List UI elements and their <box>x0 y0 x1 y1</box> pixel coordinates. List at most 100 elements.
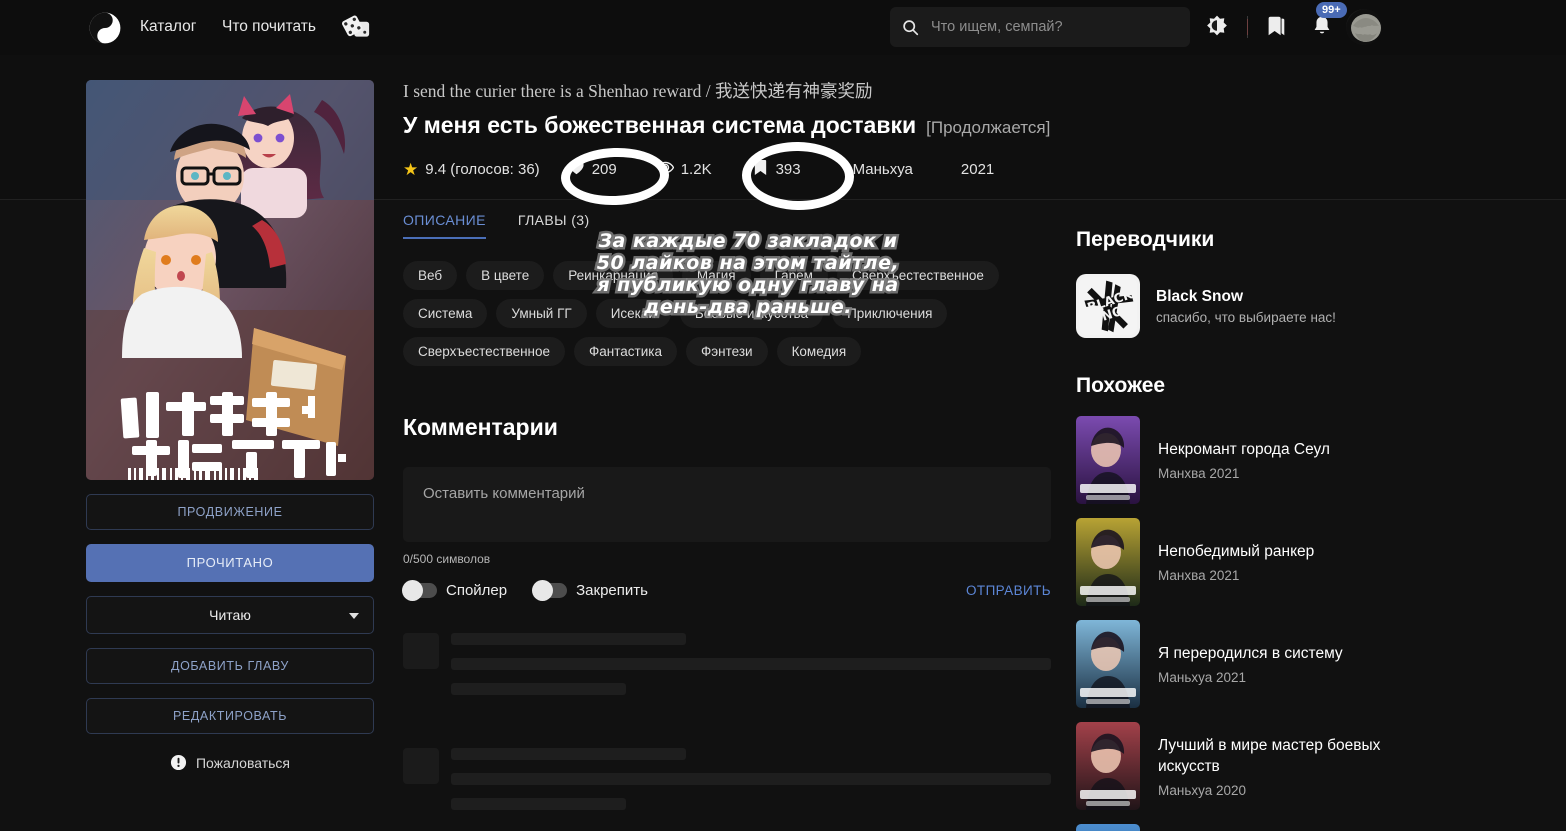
tag-item[interactable]: Магия <box>681 261 751 290</box>
similar-title: Некромант города Сеул <box>1158 441 1330 458</box>
search-box[interactable] <box>890 7 1190 47</box>
nav-what-to-read[interactable]: Что почитать <box>222 18 316 36</box>
tag-item[interactable]: Система <box>403 299 488 328</box>
translator-subtitle: спасибо, что выбираете нас! <box>1156 309 1336 325</box>
similar-item[interactable]: Непобедимый ранкер Манхва 2021 <box>1076 518 1496 606</box>
heart-icon <box>568 159 585 180</box>
char-counter: 0/500 символов <box>403 552 491 566</box>
edit-button[interactable]: РЕДАКТИРОВАТЬ <box>86 698 374 734</box>
similar-meta: Маньхуа 2021 <box>1158 670 1247 685</box>
comments-skeleton <box>403 633 1051 823</box>
bookmarks-item[interactable]: 393 <box>752 159 801 180</box>
similar-item[interactable] <box>1076 824 1496 831</box>
year-item: 2021 <box>961 161 994 178</box>
skeleton-lines <box>451 748 1051 823</box>
similar-title: Я переродился в систему <box>1158 645 1343 662</box>
main-content: I send the curier there is a Shenhao rew… <box>402 78 1051 831</box>
tag-item[interactable]: Гарем <box>759 261 828 290</box>
similar-item[interactable]: Некромант города Сеул Манхва 2021 <box>1076 416 1496 504</box>
tag-item[interactable]: Сверхъестественное <box>403 337 566 366</box>
comment-options-row: Спойлер Закрепить ОТПРАВИТЬ <box>402 580 1051 601</box>
similar-cover <box>1076 620 1140 708</box>
bookmark-icon[interactable] <box>1264 14 1290 40</box>
user-avatar[interactable] <box>1346 9 1382 45</box>
title-row: У меня есть божественная система доставк… <box>403 112 1051 139</box>
search-input[interactable] <box>931 19 1171 35</box>
tag-item[interactable]: Реинкарнация <box>553 261 673 290</box>
pin-toggle[interactable]: Закрепить <box>532 580 648 601</box>
translator-name: Black Snow <box>1156 287 1243 305</box>
nav-catalog[interactable]: Каталог <box>140 18 196 36</box>
tag-item[interactable]: В цвете <box>466 261 545 290</box>
skeleton-avatar <box>403 633 439 669</box>
translator-info: Black Snow спасибо, что выбираете нас! <box>1156 288 1336 325</box>
similar-title: Непобедимый ранкер <box>1158 543 1315 560</box>
tab-description[interactable]: ОПИСАНИЕ <box>403 212 486 239</box>
skeleton-line <box>451 798 626 810</box>
comment-input[interactable]: Оставить комментарий <box>403 467 1051 542</box>
similar-cover <box>1076 416 1140 504</box>
tag-list: Веб В цвете Реинкарнация Магия Гарем Сверхъес… <box>403 261 1013 366</box>
similar-info: Некромант города Сеул Манхва 2021 <box>1158 439 1330 481</box>
year-value: 2021 <box>960 161 995 178</box>
tab-chapters[interactable]: ГЛАВЫ (3) <box>518 212 590 239</box>
skeleton-row <box>403 633 1051 708</box>
bookmark-icon <box>752 159 769 180</box>
skeleton-line <box>451 633 686 645</box>
tag-item[interactable]: Фантастика <box>574 337 677 366</box>
tag-item[interactable]: Комедия <box>776 337 862 366</box>
pin-toggle-switch[interactable] <box>532 580 568 601</box>
tag-item[interactable]: Веб <box>403 261 458 290</box>
notification-badge: 99+ <box>1316 2 1347 18</box>
top-header: Каталог Что почитать Что ищем, семпай? 9… <box>0 0 1566 55</box>
yin-yang-logo[interactable] <box>86 9 123 46</box>
skeleton-row <box>403 748 1051 823</box>
alt-title: I send the curier there is a Shenhao rew… <box>403 81 873 101</box>
tag-item[interactable]: Боевые искусства <box>679 299 824 328</box>
similar-title: Лучший в мире мастер боевых искусств <box>1158 736 1381 775</box>
type-item: Маньхуа <box>853 161 913 178</box>
translator-logo: BLACK SNOW <box>1076 274 1140 338</box>
status-badge: [Продолжается] <box>926 118 1051 137</box>
content-tabs: ОПИСАНИЕ ГЛАВЫ (3) <box>403 212 1051 239</box>
report-button[interactable]: Пожаловаться <box>86 754 374 771</box>
similar-item[interactable]: Я переродился в систему Маньхуа 2021 <box>1076 620 1496 708</box>
pin-label: Закрепить <box>576 582 648 599</box>
similar-meta: Маньхуа 2020 <box>1158 782 1247 798</box>
tag-item[interactable]: Умный ГГ <box>496 299 587 328</box>
similar-cover <box>1076 518 1140 606</box>
theme-contrast-icon[interactable] <box>1204 14 1230 40</box>
tag-item[interactable]: Приключения <box>832 299 948 328</box>
similar-meta: Манхва 2021 <box>1158 466 1240 481</box>
similar-info: Я переродился в систему Маньхуа 2021 <box>1158 643 1343 685</box>
tag-item[interactable]: Фэнтези <box>685 337 768 366</box>
likes-item[interactable]: 209 <box>568 159 617 180</box>
bookmarks-count: 393 <box>775 161 801 178</box>
add-chapter-button[interactable]: ДОБАВИТЬ ГЛАВУ <box>86 648 374 684</box>
star-icon: ★ <box>403 159 419 179</box>
tag-item[interactable]: Исекай <box>595 299 671 328</box>
promote-button[interactable]: ПРОДВИЖЕНИЕ <box>86 494 374 530</box>
read-button[interactable]: ПРОЧИТАНО <box>86 544 374 582</box>
send-comment-button[interactable]: ОТПРАВИТЬ <box>966 583 1051 598</box>
header-divider <box>1247 16 1248 38</box>
similar-item[interactable]: Лучший в мире мастер боевых искусств Мань… <box>1076 722 1496 810</box>
left-sidebar: ПРОДВИЖЕНИЕ ПРОЧИТАНО Читаю ДОБАВИТЬ ГЛА… <box>86 80 374 771</box>
right-sidebar: Переводчики BLACK SNOW Black Snow спасиб… <box>1076 228 1496 831</box>
type-value: Маньхуа <box>852 161 913 178</box>
warning-icon <box>170 754 187 771</box>
dice-icon[interactable] <box>341 13 371 41</box>
likes-count: 209 <box>591 161 617 178</box>
rating-item: ★ 9.4 (голосов: 36) <box>403 160 540 180</box>
tag-item[interactable]: Сверхъестественное <box>836 261 999 290</box>
similar-info: Непобедимый ранкер Манхва 2021 <box>1158 541 1314 583</box>
skeleton-line <box>451 748 686 760</box>
spoiler-toggle-switch[interactable] <box>402 580 437 601</box>
chevron-down-icon <box>349 613 359 619</box>
rating-value: 9.4 (голосов: 36) <box>425 161 540 178</box>
translator-item[interactable]: BLACK SNOW Black Snow спасибо, что выбир… <box>1076 274 1496 338</box>
reading-status-select[interactable]: Читаю <box>86 596 374 634</box>
spoiler-label: Спойлер <box>446 582 508 599</box>
spoiler-toggle[interactable]: Спойлер <box>402 580 508 601</box>
title-cover-image[interactable] <box>86 80 374 480</box>
